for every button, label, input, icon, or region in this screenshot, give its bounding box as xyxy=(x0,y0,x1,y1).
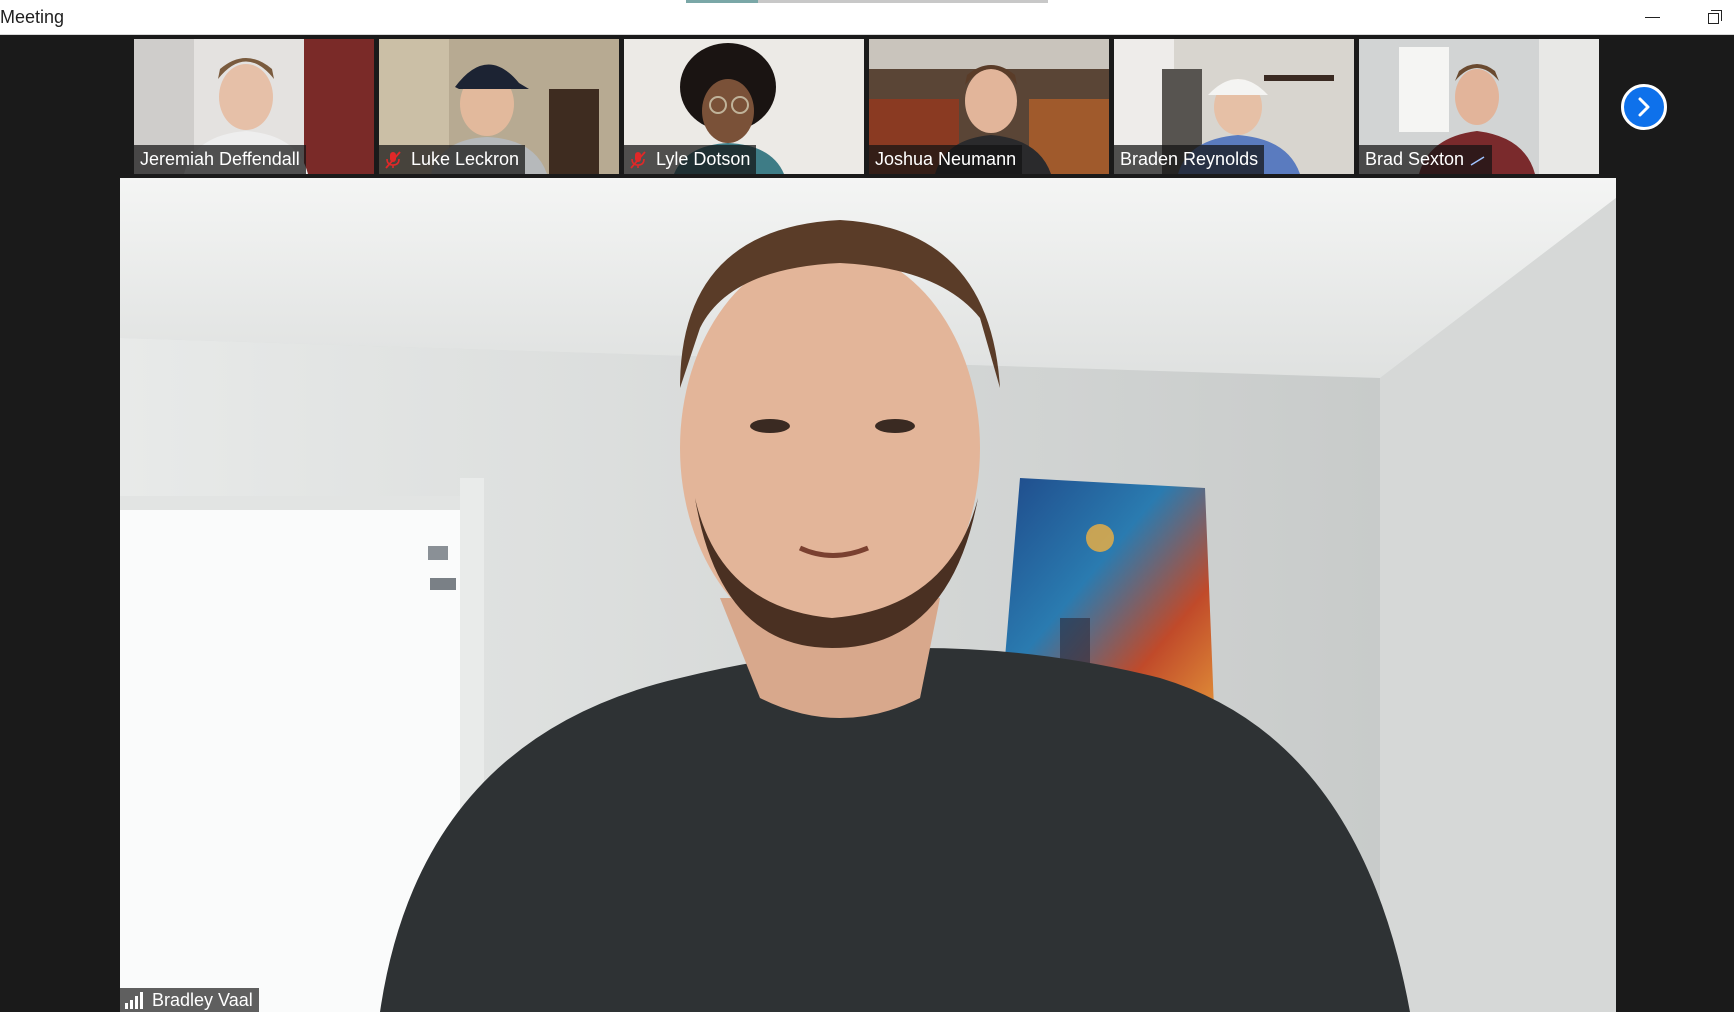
chevron-right-icon xyxy=(1638,97,1650,117)
audio-activity-icon xyxy=(1470,155,1485,166)
participant-tile[interactable]: Brad Sexton xyxy=(1359,39,1599,174)
drag-handle[interactable] xyxy=(686,0,1048,3)
participant-name: Brad Sexton xyxy=(1365,149,1465,169)
participant-name: Braden Reynolds xyxy=(1120,149,1259,169)
participant-name-tag: Brad Sexton xyxy=(1359,145,1493,174)
window-titlebar: Meeting xyxy=(0,0,1734,35)
participant-tile[interactable]: Luke Leckron xyxy=(379,39,619,174)
participant-name: Joshua Neumann xyxy=(875,149,1017,169)
participant-tile[interactable]: Lyle Dotson xyxy=(624,39,864,174)
participant-name-tag: Jeremiah Deffendall xyxy=(134,145,306,174)
participant-name-tag: Joshua Neumann xyxy=(869,145,1023,174)
muted-microphone-icon xyxy=(385,150,401,169)
participant-name: Jeremiah Deffendall xyxy=(140,149,300,169)
signal-strength-icon xyxy=(125,992,143,1009)
muted-microphone-icon xyxy=(630,150,646,169)
speaker-video-frame xyxy=(120,178,1616,1012)
participant-name: Lyle Dotson xyxy=(656,149,751,169)
next-page-button[interactable] xyxy=(1621,84,1667,130)
minimize-icon xyxy=(1644,16,1660,18)
participant-tile[interactable]: Jeremiah Deffendall xyxy=(134,39,374,174)
minimize-button[interactable] xyxy=(1630,0,1674,34)
participant-name-tag: Luke Leckron xyxy=(379,145,526,174)
speaker-name: Bradley Vaal xyxy=(152,989,253,1010)
restore-icon xyxy=(1708,10,1722,24)
speaker-name-tag: Bradley Vaal xyxy=(120,988,259,1012)
participant-tile[interactable]: Braden Reynolds xyxy=(1114,39,1354,174)
active-speaker-video[interactable]: Bradley Vaal xyxy=(120,178,1616,1012)
participant-name-tag: Lyle Dotson xyxy=(624,145,757,174)
participant-tile[interactable]: Joshua Neumann xyxy=(869,39,1109,174)
window-title: Meeting xyxy=(0,7,65,27)
restore-button[interactable] xyxy=(1696,0,1734,34)
participant-name-tag: Braden Reynolds xyxy=(1114,145,1265,174)
participant-name: Luke Leckron xyxy=(411,149,520,169)
